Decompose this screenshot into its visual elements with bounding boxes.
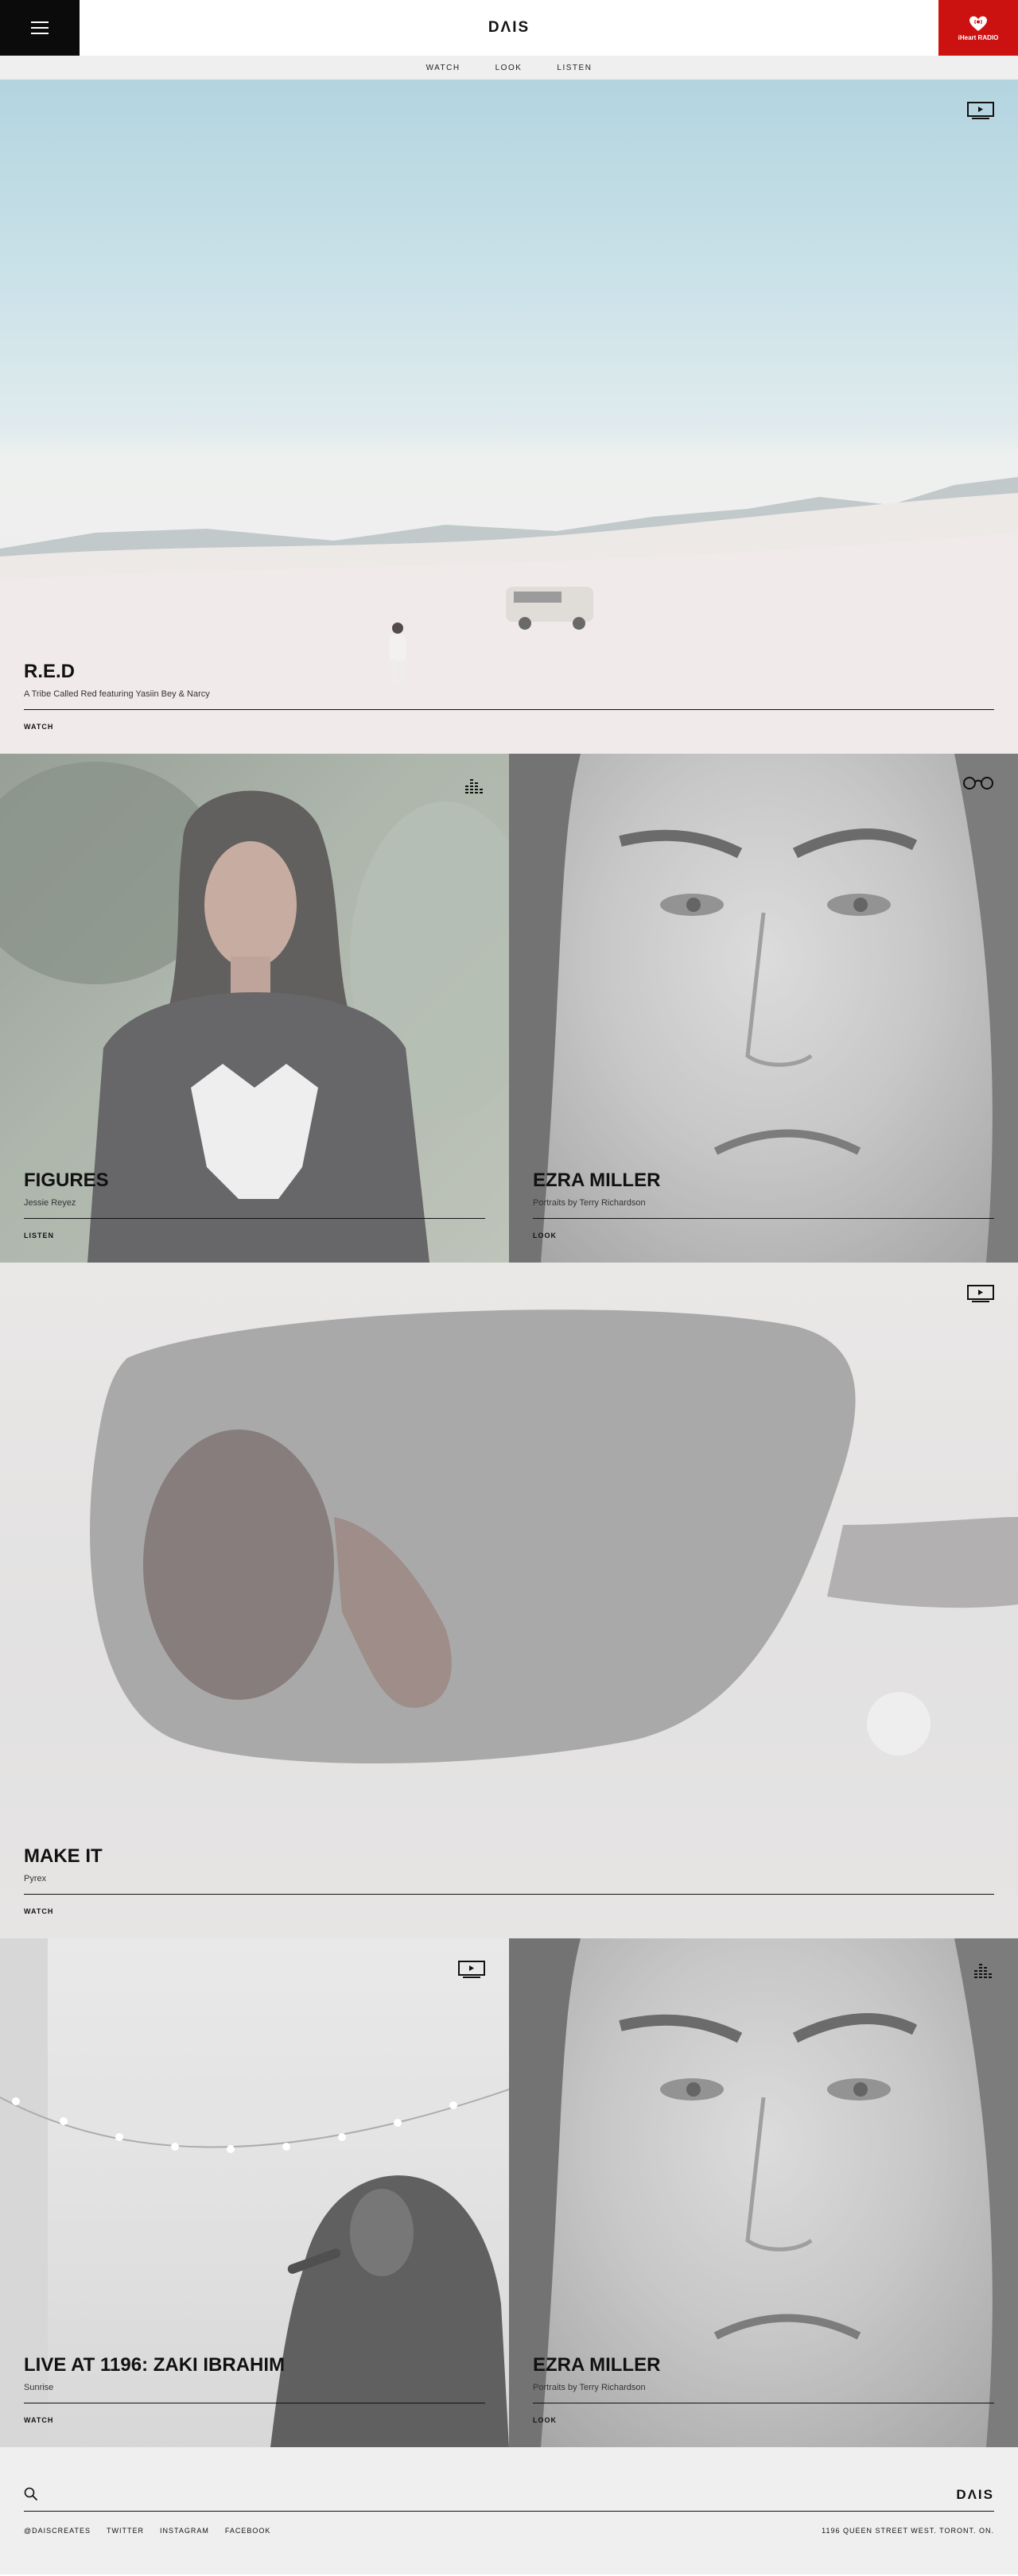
tv-icon (458, 1961, 485, 1982)
tile-subtitle: Jessie Reyez (24, 1198, 76, 1208)
footer-address: 1196 QUEEN STREET WEST. TORONT. ON. (822, 2527, 994, 2535)
tile-subtitle: Pyrex (24, 1874, 47, 1884)
image-overlay (0, 1263, 1018, 1938)
listen-link[interactable]: LISTEN (24, 1232, 54, 1240)
tile-caption: MAKE IT Pyrex WATCH (24, 1845, 994, 1918)
image-overlay (0, 80, 1018, 754)
nav-listen[interactable]: LISTEN (557, 64, 592, 72)
link-daiscreates[interactable]: @DAISCREATES (24, 2527, 91, 2535)
glasses-icon (962, 776, 994, 794)
site-header: DΛIS iHeart RADIO (0, 0, 1018, 56)
tile-row: LIVE AT 1196: ZAKI IBRAHIM Sunrise WATCH… (0, 1938, 1018, 2447)
tile-title: EZRA MILLER (533, 1170, 661, 1191)
feature-tile-ezra-miller[interactable]: EZRA MILLER Portraits by Terry Richardso… (509, 754, 1018, 1263)
feature-tile-make-it[interactable]: MAKE IT Pyrex WATCH (0, 1263, 1018, 1938)
feature-tile-live-at-1196[interactable]: LIVE AT 1196: ZAKI IBRAHIM Sunrise WATCH (0, 1938, 509, 2447)
equalizer-icon (464, 776, 485, 797)
look-link[interactable]: LOOK (533, 2416, 557, 2424)
menu-button[interactable] (0, 0, 80, 56)
tile-subtitle: Sunrise (24, 2383, 54, 2392)
iheart-radio-label: iHeart RADIO (958, 33, 999, 41)
tile-title: R.E.D (24, 661, 76, 682)
tile-subtitle: A Tribe Called Red featuring Yasiin Bey … (24, 689, 210, 699)
iheart-icon (969, 16, 987, 31)
category-nav: WATCH LOOK LISTEN (0, 56, 1018, 80)
look-link[interactable]: LOOK (533, 1232, 557, 1240)
tile-caption: LIVE AT 1196: ZAKI IBRAHIM Sunrise WATCH (24, 2354, 485, 2427)
footer-divider (24, 2511, 994, 2512)
link-twitter[interactable]: TWITTER (107, 2527, 144, 2535)
divider (24, 709, 994, 710)
tile-subtitle: Portraits by Terry Richardson (533, 2383, 646, 2392)
search-icon[interactable] (24, 2487, 38, 2505)
tile-row: FIGURES Jessie Reyez LISTEN EZRA MILLER … (0, 754, 1018, 1263)
divider (533, 1218, 994, 1219)
tile-caption: EZRA MILLER Portraits by Terry Richardso… (533, 1170, 994, 1242)
tv-icon (967, 102, 994, 123)
hamburger-icon (31, 21, 49, 34)
site-footer: DΛIS @DAISCREATES TWITTER INSTAGRAM FACE… (0, 2447, 1018, 2574)
link-facebook[interactable]: FACEBOOK (225, 2527, 271, 2535)
tile-title: FIGURES (24, 1170, 109, 1191)
tile-caption: EZRA MILLER Portraits by Terry Richardso… (533, 2354, 994, 2427)
tile-caption: FIGURES Jessie Reyez LISTEN (24, 1170, 485, 1242)
divider (24, 1894, 994, 1895)
tv-icon (967, 1285, 994, 1306)
tile-title: MAKE IT (24, 1845, 103, 1867)
tile-title: EZRA MILLER (533, 2354, 661, 2376)
feature-tile-figures[interactable]: FIGURES Jessie Reyez LISTEN (0, 754, 509, 1263)
nav-watch[interactable]: WATCH (426, 64, 460, 72)
divider (24, 1218, 485, 1219)
iheart-radio-button[interactable]: iHeart RADIO (938, 0, 1018, 56)
watch-link[interactable]: WATCH (24, 723, 53, 731)
tile-caption: R.E.D A Tribe Called Red featuring Yasii… (24, 661, 994, 733)
tile-subtitle: Portraits by Terry Richardson (533, 1198, 646, 1208)
watch-link[interactable]: WATCH (24, 2416, 53, 2424)
feature-tile-ezra-miller-2[interactable]: EZRA MILLER Portraits by Terry Richardso… (509, 1938, 1018, 2447)
link-instagram[interactable]: INSTAGRAM (160, 2527, 209, 2535)
site-logo[interactable]: DΛIS (488, 19, 530, 37)
footer-logo[interactable]: DΛIS (956, 2487, 994, 2503)
nav-look[interactable]: LOOK (495, 64, 523, 72)
social-links: @DAISCREATES TWITTER INSTAGRAM FACEBOOK (24, 2527, 270, 2535)
feature-tile-red[interactable]: R.E.D A Tribe Called Red featuring Yasii… (0, 80, 1018, 754)
equalizer-icon (973, 1961, 994, 1982)
tile-title: LIVE AT 1196: ZAKI IBRAHIM (24, 2354, 286, 2376)
watch-link[interactable]: WATCH (24, 1907, 53, 1915)
